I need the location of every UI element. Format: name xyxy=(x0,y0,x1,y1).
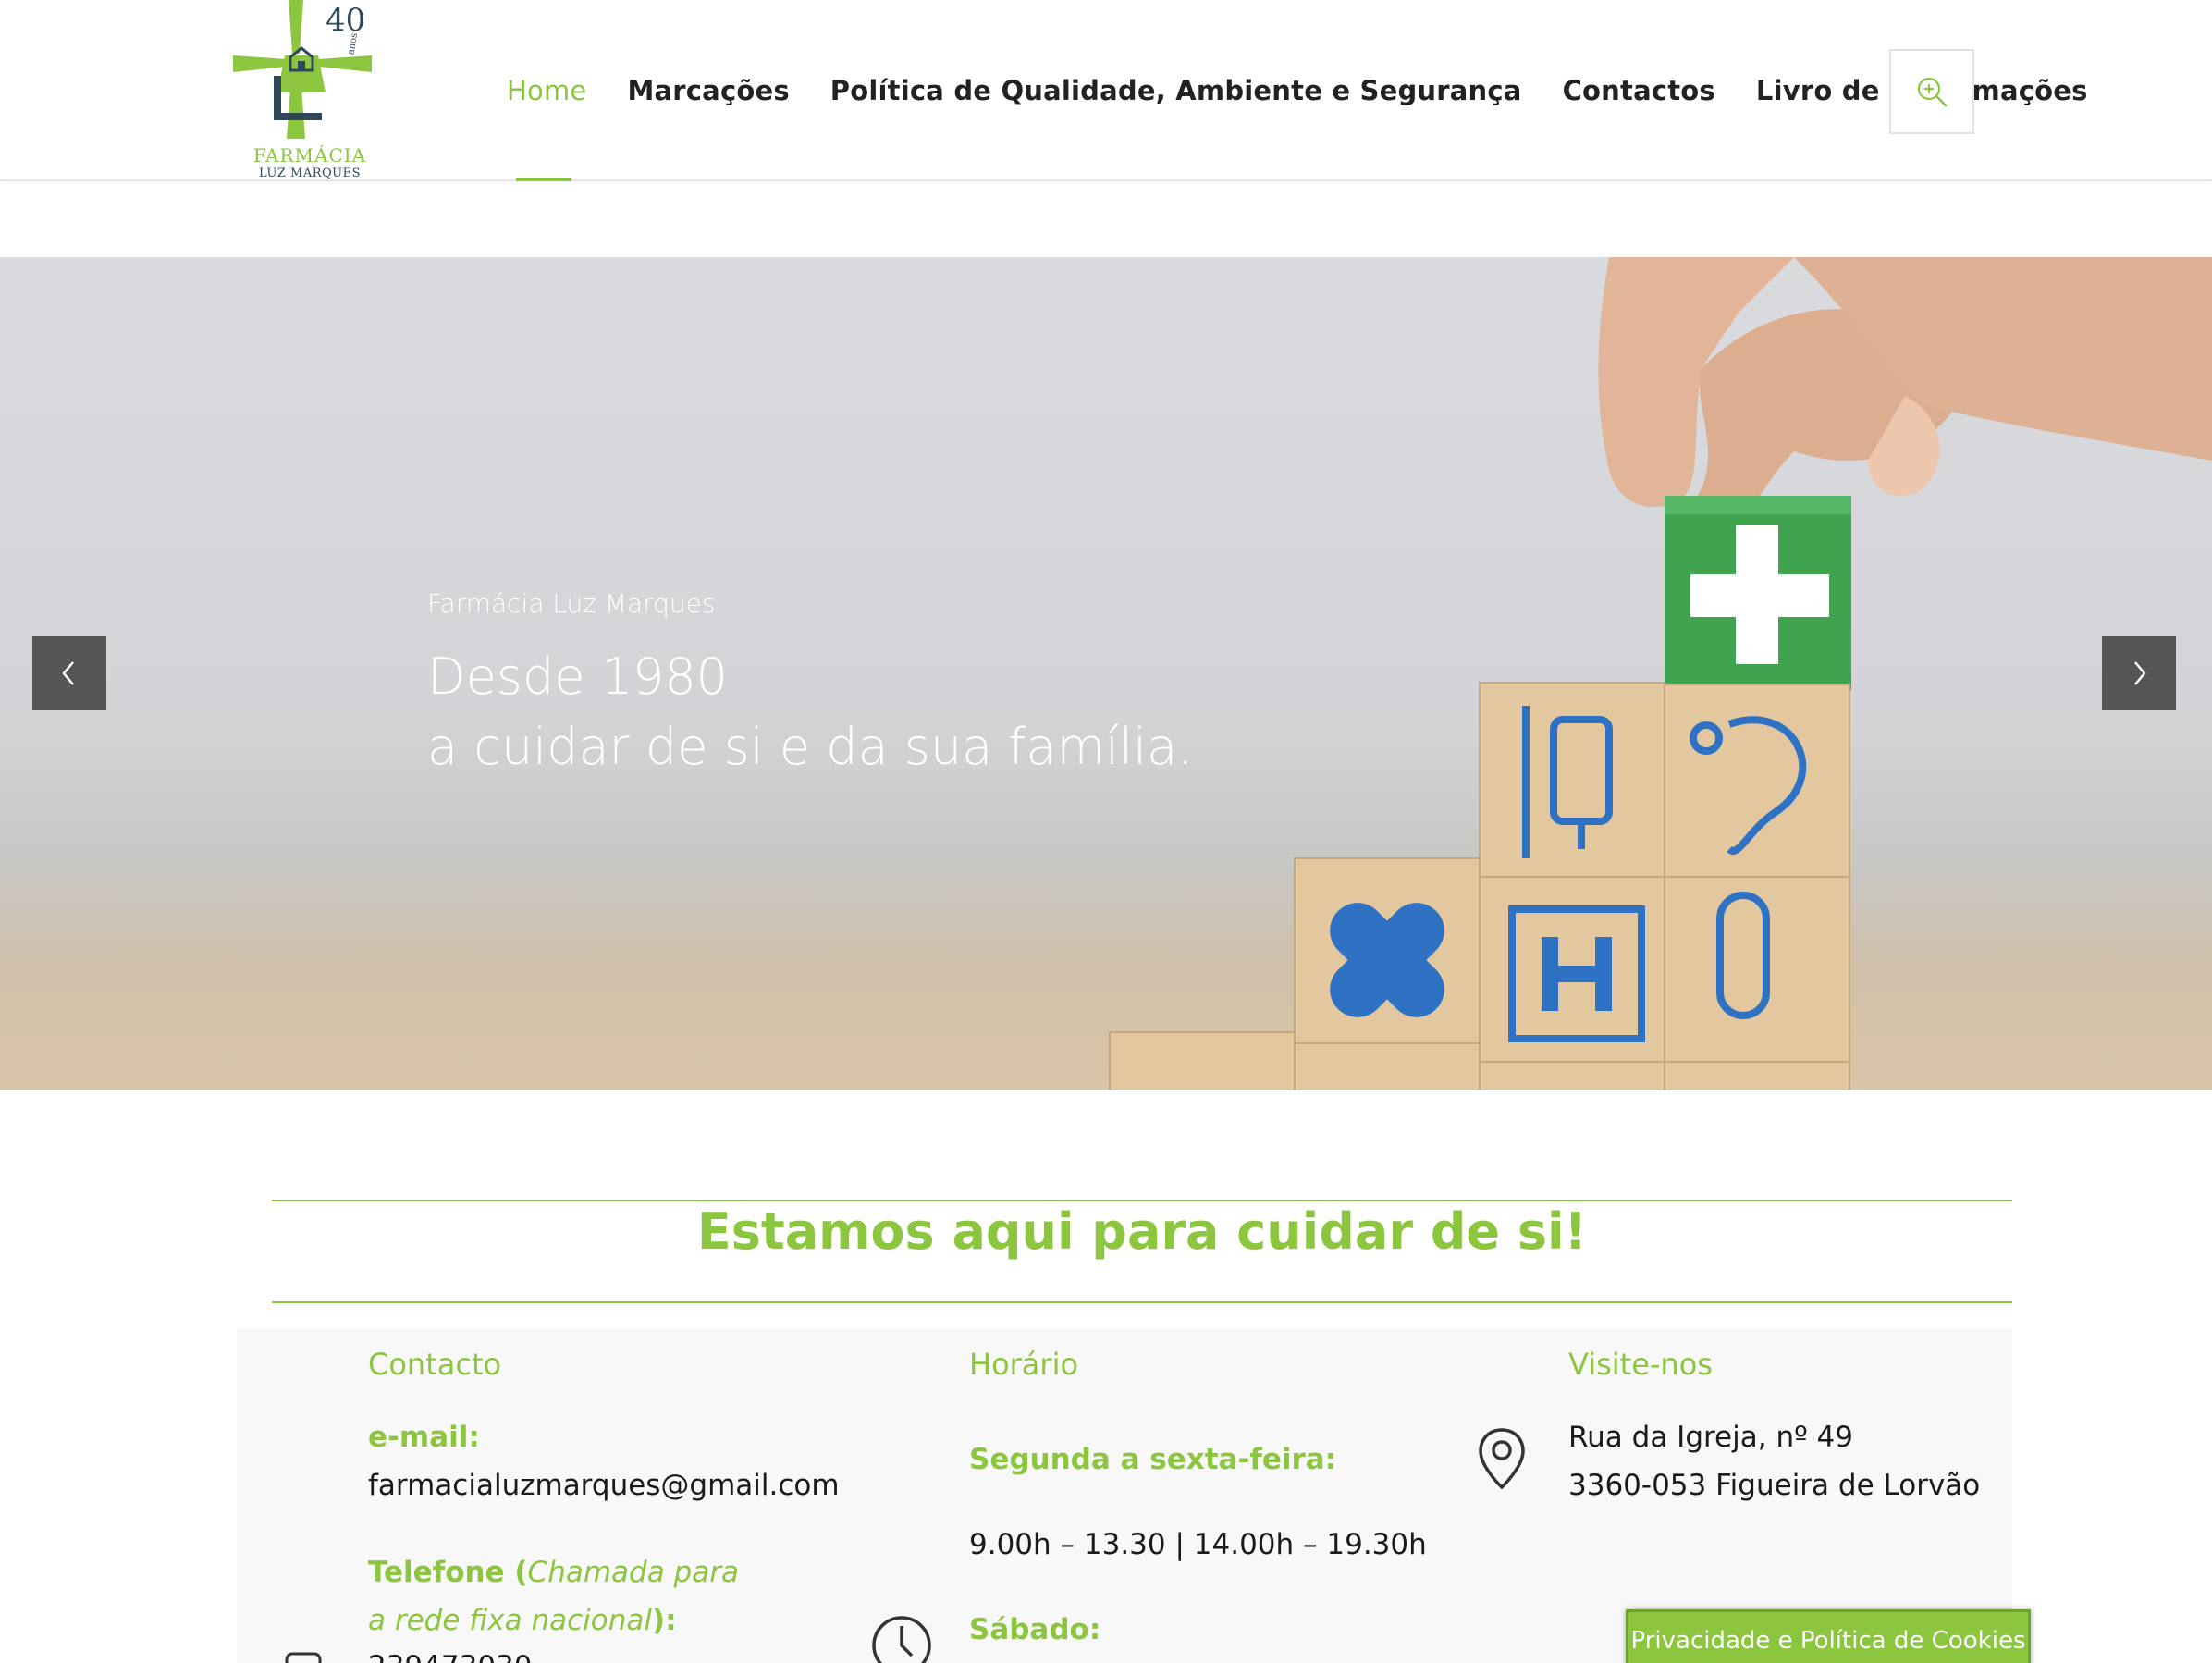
hours-weekdays-label: Segunda a sexta-feira: xyxy=(969,1443,1337,1476)
contact-phone-label: Telefone (Chamada para a rede fixa nacio… xyxy=(368,1556,739,1637)
contact-title: Contacto xyxy=(368,1347,502,1382)
chevron-left-icon xyxy=(62,661,74,685)
nav-active-indicator xyxy=(516,178,571,181)
search-button[interactable] xyxy=(1889,49,1974,134)
logo-subname: LUZ MARQUES xyxy=(258,166,362,180)
hero-slider: Farmácia Luz Marques Desde 1980 a cuidar… xyxy=(0,257,2212,1090)
hours-weekdays: 9.00h – 13.30 | 14.00h – 19.30h xyxy=(969,1528,1427,1561)
site-header: 40 anos FARMÁCIA LUZ MARQUES Home Marcaç… xyxy=(0,0,2212,181)
hero-eyebrow: Farmácia Luz Marques xyxy=(427,588,716,619)
nav-item-home[interactable]: Home xyxy=(507,75,586,106)
section-rule-top xyxy=(272,1200,2012,1201)
hero-medical-blocks-image xyxy=(1109,257,2212,1090)
contact-phone[interactable]: 239473030 xyxy=(368,1643,533,1663)
section-title: Estamos aqui para cuidar de si! xyxy=(696,1202,1588,1261)
visit-title: Visite-nos xyxy=(1568,1347,1713,1382)
cookie-policy-button[interactable]: Privacidade e Política de Cookies xyxy=(1626,1609,2031,1663)
hours-title: Horário xyxy=(969,1347,1079,1382)
hero-title-line2: a cuidar de si e da sua família. xyxy=(427,718,1194,776)
slider-next-button[interactable] xyxy=(2102,636,2176,710)
hero-title-line1: Desde 1980 xyxy=(427,647,729,706)
chevron-right-icon xyxy=(2134,661,2146,685)
nav-item-contactos[interactable]: Contactos xyxy=(1563,75,1715,106)
nav-item-marcacoes[interactable]: Marcações xyxy=(627,75,789,106)
hero-title: Desde 1980 a cuidar de si e da sua famíl… xyxy=(427,642,1193,782)
slider-prev-button[interactable] xyxy=(32,636,106,710)
visit-address-line1: Rua da Igreja, nº 49 xyxy=(1568,1421,1854,1454)
visit-address-line2: 3360-053 Figueira de Lorvão xyxy=(1568,1469,1981,1502)
contact-email-label: e-mail: xyxy=(368,1421,480,1454)
hours-saturday-label: Sábado: xyxy=(969,1613,1101,1646)
phone-icon xyxy=(285,1652,322,1663)
contact-email[interactable]: farmacialuzmarques@gmail.com xyxy=(368,1461,840,1509)
location-pin-icon xyxy=(1479,1428,1525,1490)
logo-name: FARMÁCIA xyxy=(252,144,367,166)
site-logo[interactable]: 40 anos FARMÁCIA LUZ MARQUES xyxy=(233,0,387,181)
clock-icon xyxy=(872,1616,931,1663)
nav-item-politica-qualidade[interactable]: Política de Qualidade, Ambiente e Segura… xyxy=(830,75,1522,106)
zoom-search-icon xyxy=(1917,77,1948,107)
main-nav: Home Marcações Política de Qualidade, Am… xyxy=(507,70,2129,111)
section-rule-bottom xyxy=(272,1301,2012,1303)
